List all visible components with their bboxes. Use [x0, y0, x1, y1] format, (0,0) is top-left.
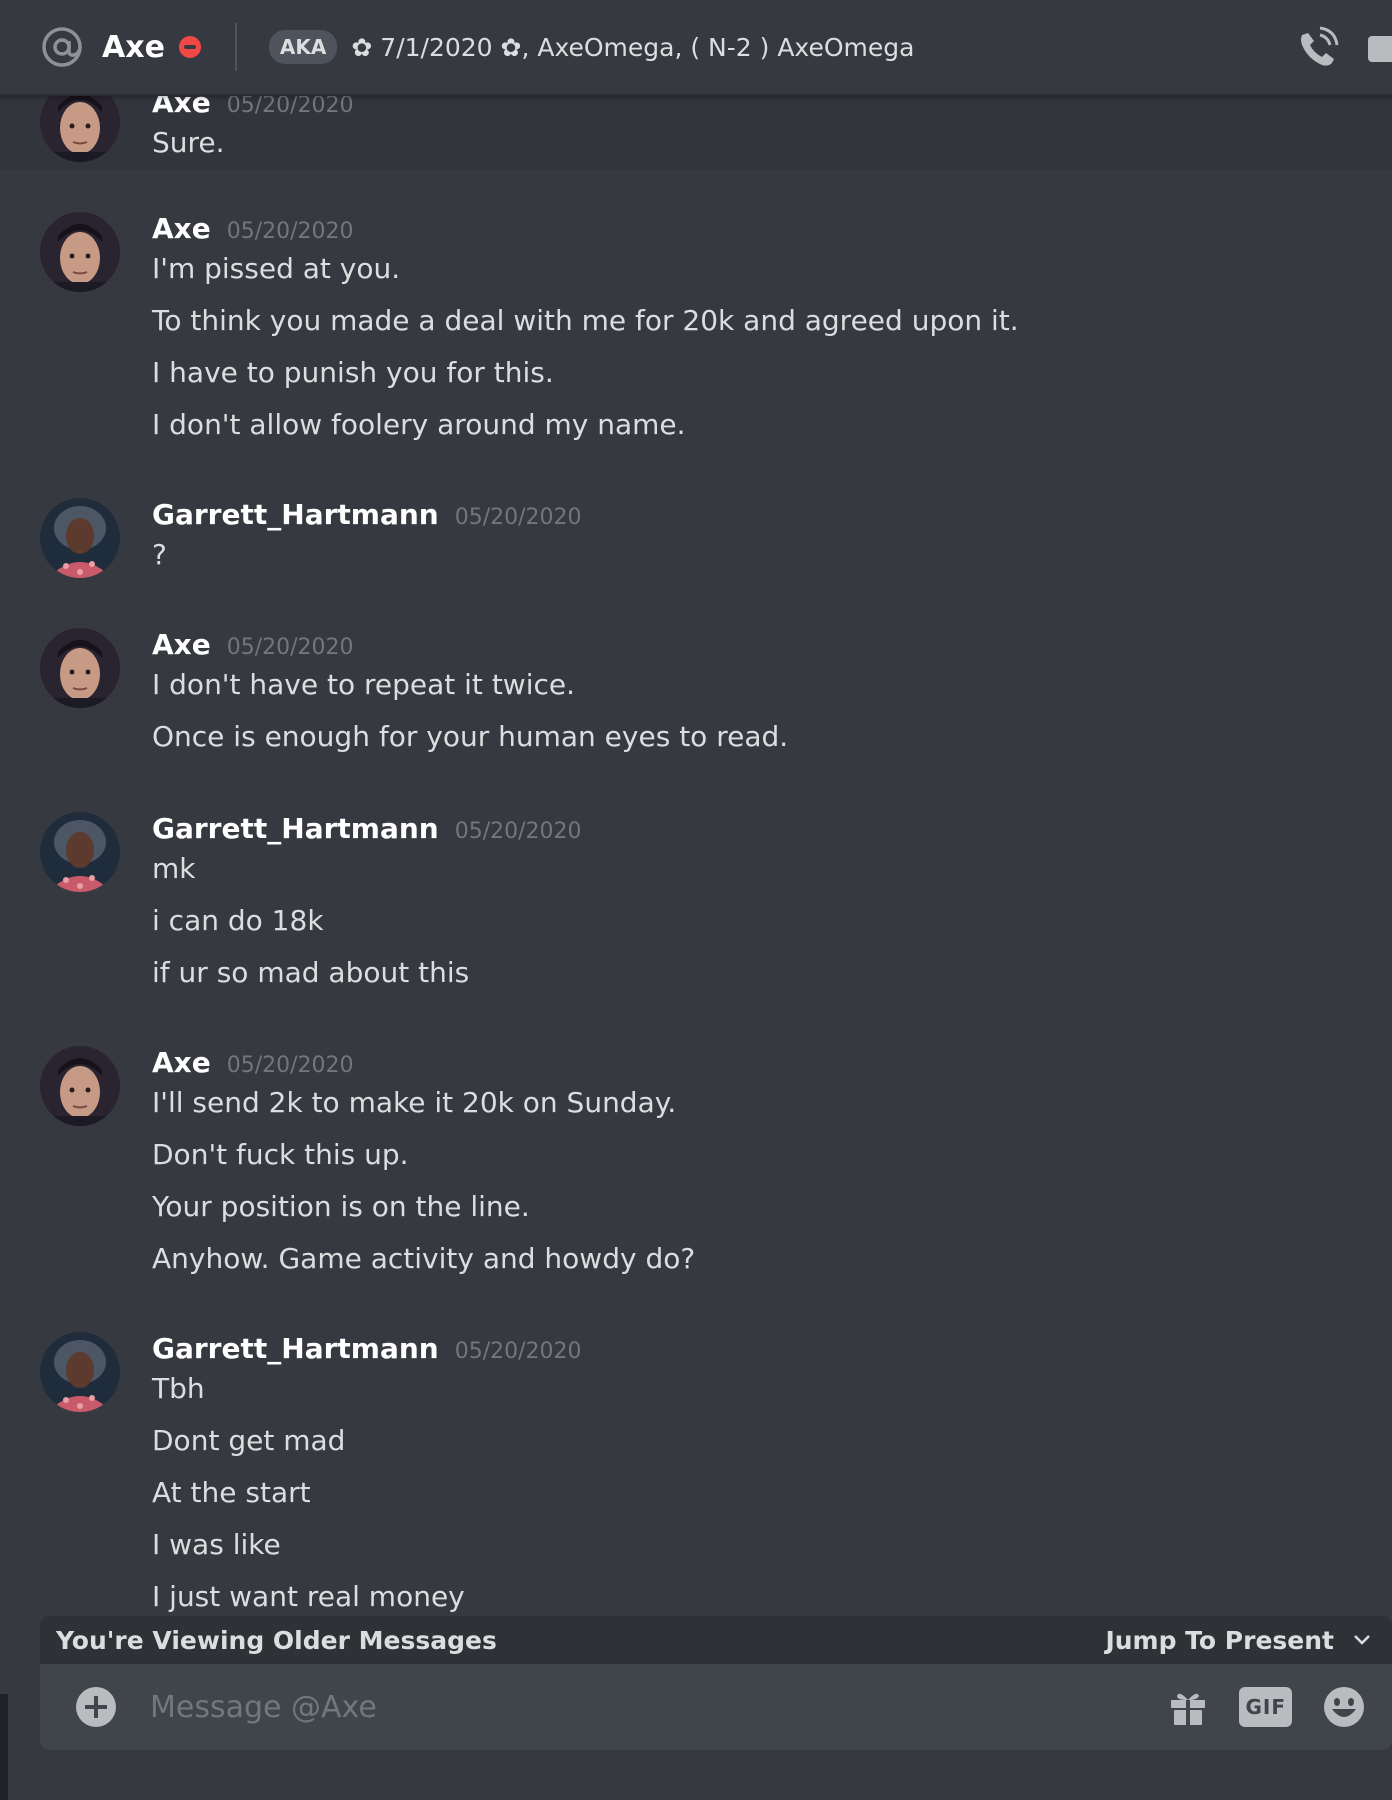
message-line: i can do 18k [152, 904, 324, 937]
message-line: Once is enough for your human eyes to re… [152, 720, 789, 753]
older-messages-text: You're Viewing Older Messages [56, 1625, 497, 1655]
timestamp: 05/20/2020 [226, 219, 354, 244]
author-name[interactable]: Garrett_Hartmann [152, 498, 439, 531]
message-group[interactable]: Garrett_Hartmann 05/20/2020 mk i can do … [0, 800, 1392, 1000]
message-line: I have to punish you for this. [152, 356, 554, 389]
message-line: At the start [152, 1476, 311, 1509]
author-name[interactable]: Axe [152, 1046, 211, 1079]
avatar-garrett[interactable] [40, 1332, 120, 1412]
at-icon [42, 27, 82, 67]
message-line: mk [152, 852, 196, 885]
message-line: I'll send 2k to make it 20k on Sunday. [152, 1086, 677, 1119]
timestamp: 05/20/2020 [226, 635, 354, 660]
message-group[interactable]: Garrett_Hartmann 05/20/2020 ? [0, 486, 1392, 586]
timestamp: 05/20/2020 [226, 93, 354, 118]
avatar-axe[interactable] [40, 1046, 120, 1126]
message-header: Garrett_Hartmann 05/20/2020 [152, 498, 582, 531]
message-line: Don't fuck this up. [152, 1138, 409, 1171]
message-line: if ur so mad about this [152, 956, 470, 989]
timestamp: 05/20/2020 [454, 505, 582, 530]
left-edge [0, 1694, 8, 1800]
message-header: Axe 05/20/2020 [152, 628, 354, 661]
message-line: I'm pissed at you. [152, 252, 401, 285]
jump-to-present-label[interactable]: Jump To Present [1105, 1626, 1334, 1655]
message-group[interactable]: Axe 05/20/2020 I'll send 2k to make it 2… [0, 1034, 1392, 1294]
message-header: Garrett_Hartmann 05/20/2020 [152, 812, 582, 845]
header-divider [234, 23, 237, 71]
author-name[interactable]: Garrett_Hartmann [152, 1332, 439, 1365]
message-input[interactable] [150, 1689, 1168, 1725]
do-not-disturb-status-icon [178, 36, 201, 58]
message-line: I was like [152, 1528, 281, 1561]
plus-circle-icon[interactable] [76, 1687, 116, 1727]
bottom-spacer [0, 1750, 1392, 1800]
dm-channel: Axe 05/20/2020 Sure. Axe 05/20/2020 I'm … [0, 0, 1392, 1800]
message-line: Anyhow. Game activity and howdy do? [152, 1242, 696, 1275]
header-toolbar [1294, 0, 1392, 96]
aka-badge: AKA [268, 30, 338, 64]
message-header: Axe 05/20/2020 [152, 212, 354, 245]
message-list: Axe 05/20/2020 Sure. Axe 05/20/2020 I'm … [0, 0, 1392, 1800]
message-line: Sure. [152, 126, 225, 159]
avatar-axe[interactable] [40, 628, 120, 708]
timestamp: 05/20/2020 [454, 819, 582, 844]
message-line: I don't allow foolery around my name. [152, 408, 686, 441]
message-composer: GIF [40, 1664, 1392, 1750]
message-line: I don't have to repeat it twice. [152, 668, 575, 701]
dm-recipient-name[interactable]: Axe [102, 30, 165, 65]
smiley-icon[interactable] [1322, 1685, 1366, 1729]
message-line: I just want real money [152, 1580, 465, 1613]
avatar-axe[interactable] [40, 212, 120, 292]
message-group[interactable]: Axe 05/20/2020 I'm pissed at you. To thi… [0, 200, 1392, 460]
message-header: Garrett_Hartmann 05/20/2020 [152, 1332, 582, 1365]
nickname-list: ✿ 7/1/2020 ✿, AxeOmega, ( N-2 ) AxeOmega [351, 32, 915, 62]
jump-to-present-button[interactable]: Jump To Present [1105, 1626, 1372, 1655]
author-name[interactable]: Axe [152, 212, 211, 245]
timestamp: 05/20/2020 [226, 1053, 354, 1078]
chevron-down-icon[interactable] [1352, 1633, 1372, 1647]
composer-actions: GIF [1167, 1685, 1366, 1729]
message-line: Dont get mad [152, 1424, 346, 1457]
message-line: Tbh [152, 1372, 205, 1405]
avatar-garrett[interactable] [40, 498, 120, 578]
message-group[interactable]: Axe 05/20/2020 I don't have to repeat it… [0, 616, 1392, 766]
message-line: To think you made a deal with me for 20k… [152, 304, 1019, 337]
video-camera-icon[interactable] [1364, 30, 1392, 66]
phone-call-icon[interactable] [1294, 25, 1340, 71]
message-group[interactable]: Garrett_Hartmann 05/20/2020 Tbh Dont get… [0, 1320, 1392, 1620]
message-header: Axe 05/20/2020 [152, 1046, 354, 1079]
gif-button[interactable]: GIF [1239, 1687, 1292, 1727]
message-line: ? [152, 538, 167, 571]
author-name[interactable]: Axe [152, 628, 211, 661]
author-name[interactable]: Garrett_Hartmann [152, 812, 439, 845]
gift-icon[interactable] [1167, 1686, 1209, 1728]
older-messages-bar: You're Viewing Older Messages Jump To Pr… [40, 1616, 1392, 1664]
message-line: Your position is on the line. [152, 1190, 530, 1223]
channel-header: Axe AKA ✿ 7/1/2020 ✿, AxeOmega, ( N-2 ) … [0, 0, 1392, 96]
timestamp: 05/20/2020 [454, 1339, 582, 1364]
avatar-garrett[interactable] [40, 812, 120, 892]
